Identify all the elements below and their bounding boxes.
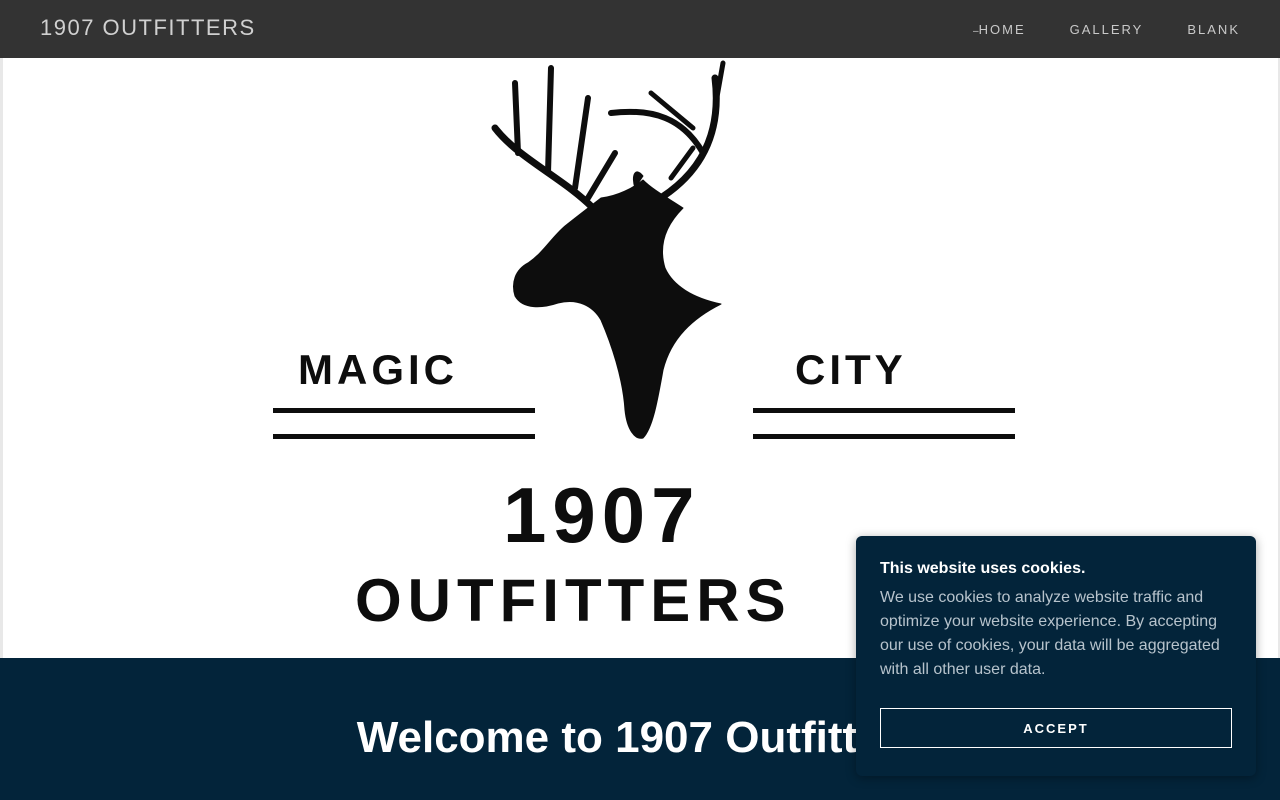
nav-home[interactable]: HOME — [973, 22, 1026, 37]
accept-cookies-button[interactable]: ACCEPT — [880, 708, 1232, 748]
site-title[interactable]: 1907 OUTFITTERS — [40, 15, 256, 41]
logo-name: OUTFITTERS — [355, 567, 792, 634]
main-nav: HOME GALLERY BLANK — [929, 0, 1240, 58]
nav-blank[interactable]: BLANK — [1187, 22, 1240, 37]
cookie-text: We use cookies to analyze website traffi… — [880, 589, 1220, 678]
cookie-banner: This website uses cookies. We use cookie… — [856, 536, 1256, 776]
cookie-title: This website uses cookies. — [880, 560, 1086, 577]
logo-word-city: CITY — [795, 346, 907, 393]
logo-word-magic: MAGIC — [298, 346, 458, 393]
nav-gallery[interactable]: GALLERY — [1070, 22, 1144, 37]
site-header: 1907 OUTFITTERS HOME GALLERY BLANK — [0, 0, 1280, 58]
logo-year: 1907 — [503, 471, 701, 559]
